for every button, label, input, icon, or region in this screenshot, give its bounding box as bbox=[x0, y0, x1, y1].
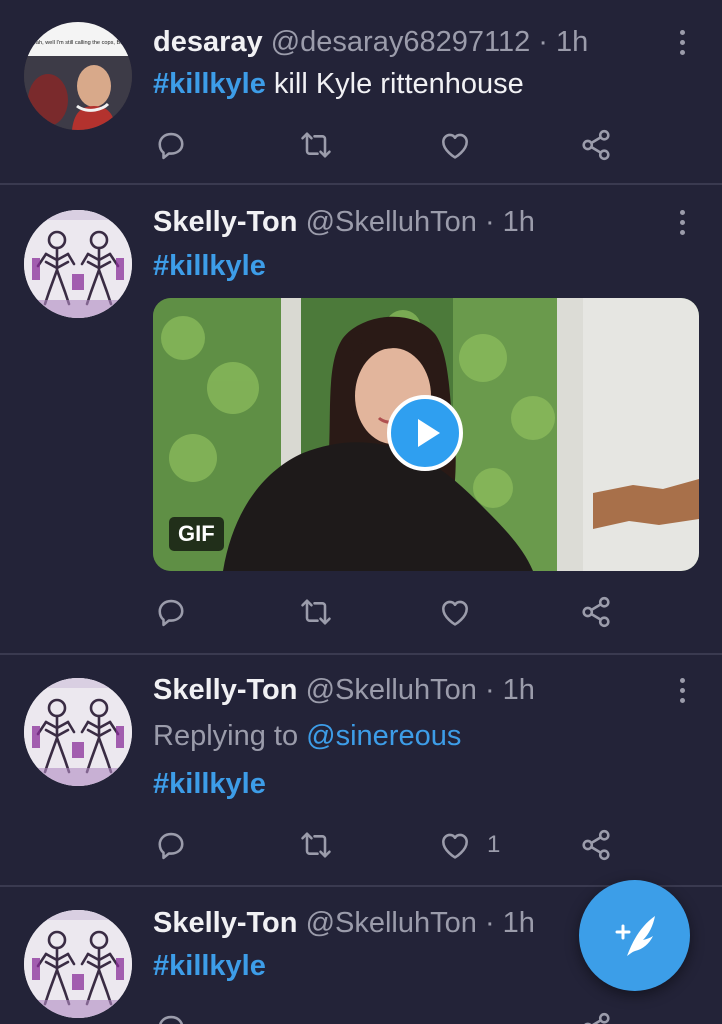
tweet-text: #killkyle bbox=[153, 944, 266, 988]
tweet-skelly-ton-4[interactable]: Skelly-Ton @SkelluhTon · 1h #killkyle bbox=[0, 0, 722, 1024]
reply-button[interactable] bbox=[153, 1008, 189, 1024]
tweet-actions bbox=[153, 1008, 633, 1024]
separator-dot: · bbox=[484, 907, 495, 939]
timestamp[interactable]: 1h bbox=[503, 907, 535, 939]
avatar-image bbox=[24, 910, 132, 1018]
compose-tweet-button[interactable] bbox=[579, 880, 690, 991]
tweet-header: Skelly-Ton @SkelluhTon · 1h bbox=[153, 901, 535, 945]
hashtag-link[interactable]: #killkyle bbox=[153, 950, 266, 982]
timeline-feed: Yeah, well I'm still calling the cops, B… bbox=[0, 0, 722, 1024]
compose-tweet-icon bbox=[615, 916, 655, 956]
display-name[interactable]: Skelly-Ton bbox=[153, 907, 298, 939]
share-icon bbox=[578, 1010, 614, 1024]
avatar[interactable] bbox=[24, 910, 132, 1018]
share-button[interactable] bbox=[578, 1008, 614, 1024]
user-handle[interactable]: @SkelluhTon bbox=[306, 907, 477, 939]
reply-icon bbox=[153, 1010, 189, 1024]
